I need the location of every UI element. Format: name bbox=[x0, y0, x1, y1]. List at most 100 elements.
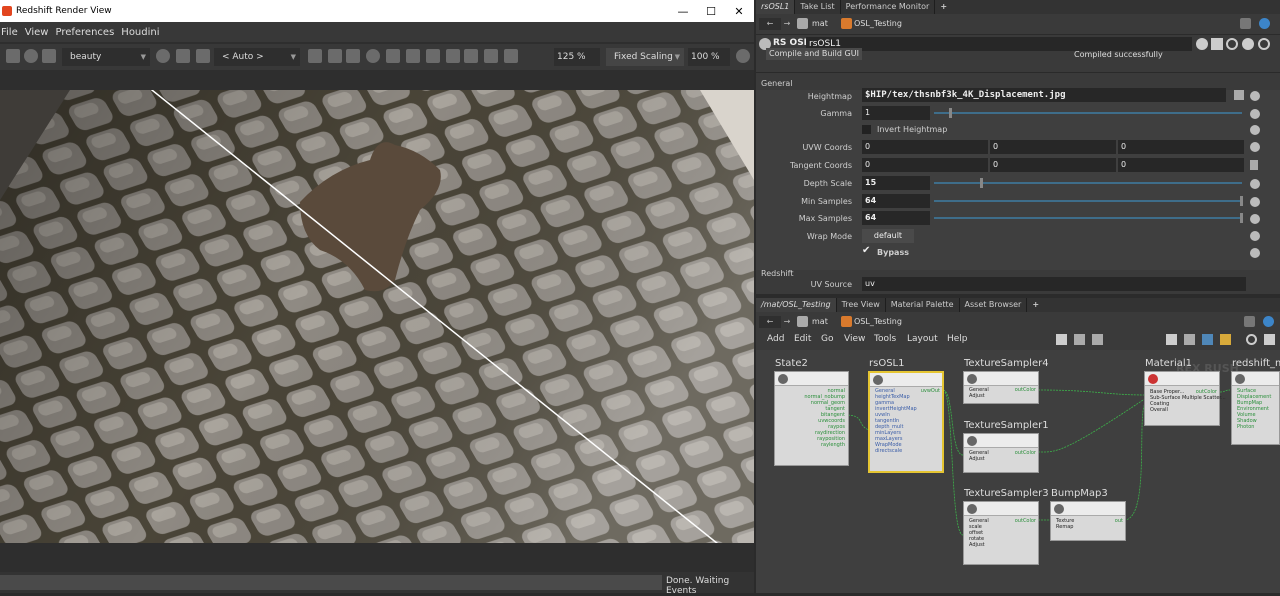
settings-gear-icon[interactable] bbox=[736, 49, 750, 63]
add-tab-icon[interactable]: + bbox=[935, 0, 952, 14]
max-samples-slider-handle[interactable] bbox=[1240, 213, 1243, 223]
crop-icon[interactable] bbox=[196, 49, 210, 63]
zoom-field[interactable]: 125 % bbox=[554, 48, 600, 66]
depth-scale-field[interactable]: 15 bbox=[862, 176, 930, 190]
tab-network-path[interactable]: /mat/OSL_Testing bbox=[756, 298, 837, 312]
render-image[interactable] bbox=[0, 90, 754, 543]
help-h-icon[interactable] bbox=[1211, 38, 1223, 50]
wrap-mode-dropdown[interactable]: default bbox=[862, 229, 914, 243]
gear-icon[interactable] bbox=[1250, 91, 1260, 101]
close-button[interactable]: ✕ bbox=[725, 0, 753, 22]
pin-pane-icon[interactable] bbox=[1244, 316, 1255, 327]
histogram-icon[interactable] bbox=[504, 49, 518, 63]
snowflake-icon[interactable] bbox=[346, 49, 360, 63]
gear-icon[interactable] bbox=[1250, 231, 1260, 241]
forward-icon[interactable]: → bbox=[776, 316, 798, 328]
pin-pane-icon[interactable] bbox=[1240, 18, 1251, 29]
gear-icon[interactable] bbox=[1250, 109, 1260, 119]
compile-button[interactable]: Compile and Build GUI bbox=[766, 48, 862, 60]
channel-icon[interactable] bbox=[1250, 160, 1258, 170]
node-texturesampler1[interactable]: General Adjust outColor bbox=[963, 433, 1039, 473]
node-state2[interactable]: normal normal_nobump normal_geom tangent bit… bbox=[774, 371, 849, 466]
gamma-slider-handle[interactable] bbox=[949, 108, 953, 118]
section-general[interactable]: General bbox=[761, 79, 793, 88]
search-icon[interactable] bbox=[1226, 38, 1238, 50]
gear-icon[interactable] bbox=[1196, 38, 1208, 50]
info-icon[interactable] bbox=[1242, 38, 1254, 50]
minimize-button[interactable]: — bbox=[669, 0, 697, 22]
link-pane-icon[interactable] bbox=[1259, 18, 1270, 29]
max-samples-field[interactable]: 64 bbox=[862, 211, 930, 225]
tangent-x-field[interactable]: 0 bbox=[862, 158, 988, 172]
maximize-button[interactable]: ☐ bbox=[697, 0, 725, 22]
min-samples-field[interactable]: 64 bbox=[862, 194, 930, 208]
depth-scale-slider-handle[interactable] bbox=[980, 178, 984, 188]
frame-icon[interactable] bbox=[426, 49, 440, 63]
circle-icon[interactable] bbox=[366, 49, 380, 63]
node-redshift-material[interactable]: Surface Displacement BumpMap Environment Vol… bbox=[1231, 371, 1280, 445]
uvw-z-field[interactable]: 0 bbox=[1118, 140, 1244, 154]
node-material1[interactable]: Base Proper... Sub-Surface Multiple Scatt… bbox=[1144, 371, 1226, 426]
gear-icon[interactable] bbox=[1250, 125, 1260, 135]
bypass-checkmark-icon[interactable]: ✔ bbox=[862, 245, 870, 256]
min-samples-slider[interactable] bbox=[934, 200, 1242, 202]
target-icon[interactable] bbox=[386, 49, 400, 63]
tangent-y-field[interactable]: 0 bbox=[990, 158, 1116, 172]
path-mat[interactable]: mat bbox=[812, 17, 828, 31]
heightmap-field[interactable]: $HIP/tex/thsnbf3k_4K_Displacement.jpg bbox=[862, 88, 1226, 102]
help-icon[interactable] bbox=[1258, 38, 1270, 50]
image-icon[interactable] bbox=[464, 49, 478, 63]
gamma-slider[interactable] bbox=[934, 112, 1242, 114]
node-texturesampler3[interactable]: General scale offset rotate Adjust outColor bbox=[963, 501, 1039, 565]
uvw-y-field[interactable]: 0 bbox=[990, 140, 1116, 154]
compare-icon[interactable] bbox=[484, 49, 498, 63]
pin-icon[interactable] bbox=[328, 49, 342, 63]
scaling-dropdown[interactable]: Fixed Scaling ▼ bbox=[606, 48, 684, 66]
gear-icon[interactable] bbox=[1250, 142, 1260, 152]
gear-icon[interactable] bbox=[1250, 179, 1260, 189]
gear-icon[interactable] bbox=[1250, 248, 1260, 258]
node-rsosl1[interactable]: General heightTexMap gamma invertHeightMap u… bbox=[868, 371, 944, 473]
render-stop-icon[interactable] bbox=[42, 49, 56, 63]
uv-source-field[interactable]: uv bbox=[862, 277, 1246, 291]
invert-heightmap-checkbox[interactable] bbox=[862, 125, 871, 134]
max-samples-slider[interactable] bbox=[934, 217, 1242, 219]
region-icon[interactable] bbox=[176, 49, 190, 63]
node-name-field[interactable]: rsOSL1 bbox=[806, 37, 1192, 51]
gear-icon[interactable] bbox=[1250, 214, 1260, 224]
tab-tree-view[interactable]: Tree View bbox=[837, 298, 886, 312]
tab-take-list[interactable]: Take List bbox=[795, 0, 841, 14]
gear-icon[interactable] bbox=[1250, 197, 1260, 207]
forward-icon[interactable]: → bbox=[776, 18, 798, 30]
file-browse-icon[interactable] bbox=[1234, 90, 1244, 100]
uvw-x-field[interactable]: 0 bbox=[862, 140, 988, 154]
lock-icon[interactable] bbox=[308, 49, 322, 63]
focus-icon[interactable] bbox=[406, 49, 420, 63]
menu-file[interactable]: File bbox=[0, 27, 21, 38]
node-texturesampler4[interactable]: General Adjust outColor bbox=[963, 371, 1039, 404]
grid-icon[interactable] bbox=[446, 49, 460, 63]
path-osl-testing[interactable]: OSL_Testing bbox=[854, 315, 902, 329]
render-start-icon[interactable] bbox=[24, 49, 38, 63]
ipr-icon[interactable] bbox=[156, 49, 170, 63]
tab-performance-monitor[interactable]: Performance Monitor bbox=[841, 0, 936, 14]
menu-preferences[interactable]: Preferences bbox=[54, 27, 117, 38]
path-mat[interactable]: mat bbox=[812, 315, 828, 329]
snapshot-icon[interactable] bbox=[6, 49, 20, 63]
camera-dropdown[interactable]: < Auto > ▼ bbox=[214, 48, 300, 66]
scaling-percent-field[interactable]: 100 % bbox=[688, 48, 730, 66]
menu-houdini[interactable]: Houdini bbox=[120, 27, 162, 38]
link-pane-icon[interactable] bbox=[1263, 316, 1274, 327]
tab-rsosl1[interactable]: rsOSL1 bbox=[756, 0, 796, 14]
tab-asset-browser[interactable]: Asset Browser bbox=[960, 298, 1028, 312]
aov-dropdown[interactable]: beauty ▼ bbox=[62, 48, 150, 66]
min-samples-slider-handle[interactable] bbox=[1240, 196, 1243, 206]
node-bumpmap3[interactable]: Texture Remap out bbox=[1050, 501, 1126, 541]
gamma-field[interactable]: 1 bbox=[862, 106, 930, 120]
tangent-z-field[interactable]: 0 bbox=[1118, 158, 1244, 172]
add-tab-icon[interactable]: + bbox=[1027, 298, 1044, 312]
menu-view[interactable]: View bbox=[24, 27, 52, 38]
section-redshift[interactable]: Redshift bbox=[761, 269, 793, 278]
tab-material-palette[interactable]: Material Palette bbox=[886, 298, 960, 312]
path-osl-testing[interactable]: OSL_Testing bbox=[854, 17, 902, 31]
